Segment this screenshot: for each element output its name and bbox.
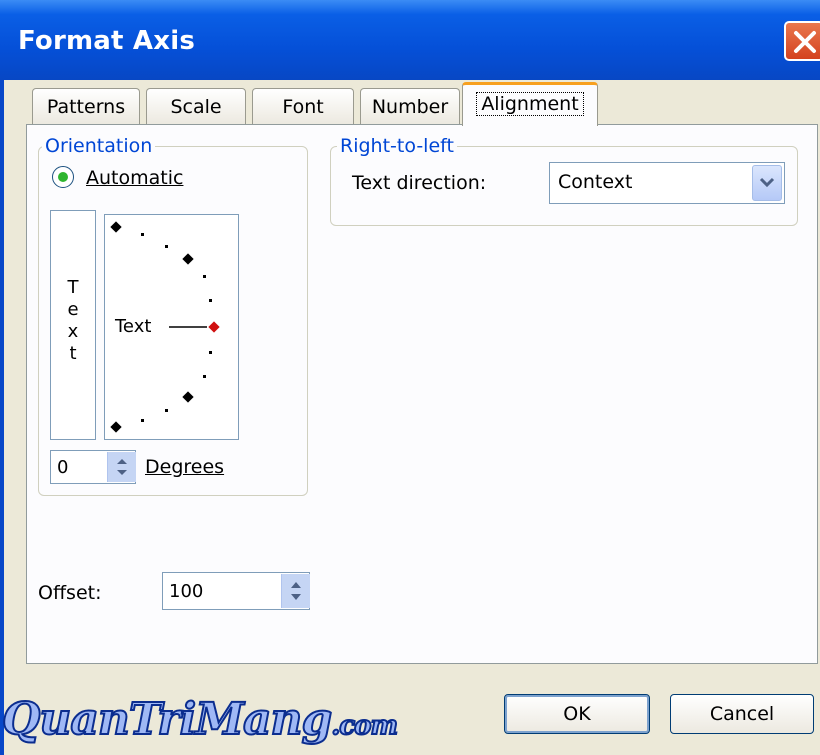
text-direction-label: Text direction: xyxy=(352,172,487,194)
tab-scale[interactable]: Scale xyxy=(146,88,246,124)
tab-font[interactable]: Font xyxy=(252,88,354,124)
close-button[interactable] xyxy=(784,21,820,61)
dial-text: Text xyxy=(115,316,152,337)
vertical-letter: t xyxy=(69,343,77,364)
orientation-group-label: Orientation xyxy=(42,135,156,157)
text-direction-value: Context xyxy=(558,171,633,193)
offset-spin-buttons[interactable] xyxy=(281,574,310,608)
offset-label: Offset: xyxy=(38,582,102,604)
watermark-logo: QuanTriMang.com xyxy=(1,693,399,746)
vertical-text: T e x t xyxy=(51,277,95,365)
degrees-stepper[interactable]: 0 xyxy=(50,450,136,484)
spin-arrows-icon xyxy=(291,582,301,600)
right-to-left-group-label: Right-to-left xyxy=(337,135,457,157)
automatic-radio[interactable] xyxy=(52,166,74,188)
degrees-spin-buttons[interactable] xyxy=(107,452,136,482)
tab-patterns[interactable]: Patterns xyxy=(32,88,140,124)
tab-alignment-label: Alignment xyxy=(476,92,584,116)
orientation-dial[interactable]: Text xyxy=(104,214,239,440)
spin-arrows-icon xyxy=(117,459,127,475)
chevron-down-icon xyxy=(759,177,775,188)
cancel-button[interactable]: Cancel xyxy=(670,694,814,734)
degrees-label-text: Degrees xyxy=(145,456,225,478)
watermark-suffix: .com xyxy=(330,710,399,742)
vertical-letter: e xyxy=(67,299,79,320)
tab-number[interactable]: Number xyxy=(360,88,460,124)
offset-stepper[interactable]: 100 xyxy=(162,572,310,610)
automatic-label[interactable]: Automatic xyxy=(86,167,183,189)
text-direction-select[interactable]: Context xyxy=(549,162,785,204)
dial-marker xyxy=(208,321,220,333)
offset-value: 100 xyxy=(169,581,204,602)
window-border xyxy=(0,80,4,755)
vertical-letter: T xyxy=(67,277,79,298)
vertical-letter: x xyxy=(67,321,79,342)
window-title: Format Axis xyxy=(18,26,195,56)
close-icon xyxy=(794,31,816,53)
format-axis-dialog: Format Axis Patterns Scale Font Number A… xyxy=(0,0,820,755)
degrees-label: Degrees xyxy=(145,456,224,478)
ok-button[interactable]: OK xyxy=(504,694,650,734)
tab-alignment[interactable]: Alignment xyxy=(462,82,598,126)
degrees-value: 0 xyxy=(57,457,69,478)
dropdown-button[interactable] xyxy=(752,165,782,201)
title-bar[interactable]: Format Axis xyxy=(0,0,820,80)
vertical-text-option[interactable]: T e x t xyxy=(50,210,96,440)
watermark-main: QuanTriMang xyxy=(1,693,333,746)
